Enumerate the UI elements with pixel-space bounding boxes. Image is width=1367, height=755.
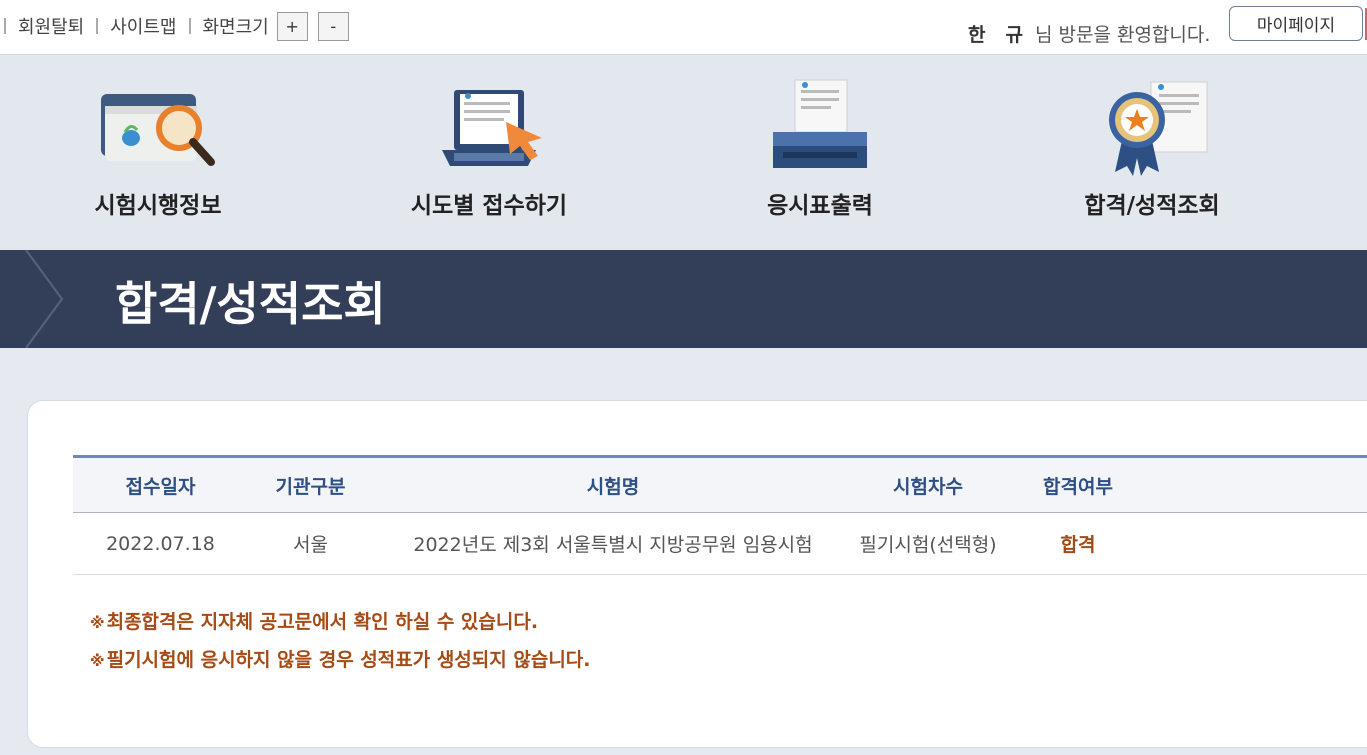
zoom-label: 화면크기 [202,17,269,38]
result-table: 접수일자 기관구분 시험명 시험차수 합격여부 2022.07.18 서울 20… [73,455,1367,575]
menu-label-exam-info: 시험시행정보 [94,193,222,219]
table-row: 2022.07.18 서울 2022년도 제3회 서울특별시 지방공무원 임용시… [73,513,1367,575]
header-apply-date: 접수일자 [125,475,196,498]
notice-mark: ※ [90,652,105,670]
cell-agency: 서울 [293,534,328,556]
mypage-button[interactable]: 마이페이지 [1229,6,1363,41]
table-header: 접수일자 기관구분 시험명 시험차수 합격여부 [73,455,1367,513]
welcome-message: 한 규 님 방문을 환영합니다. [968,20,1210,47]
result-card: 접수일자 기관구분 시험명 시험차수 합격여부 2022.07.18 서울 20… [27,400,1367,748]
header-agency: 기관구분 [275,475,346,498]
header-pass-status: 합격여부 [1043,475,1113,498]
menu-item-regional-apply[interactable]: 시도별 접수하기 [369,76,609,226]
notice-mark: ※ [90,614,105,632]
header-exam-round: 시험차수 [893,475,963,498]
user-name-first: 한 [968,24,986,46]
divider [188,18,191,34]
main-menu: 시험시행정보 시도별 접수하기 응시표출력 합격/성적조회 [0,56,1367,250]
folder-search-icon [101,94,215,166]
menu-item-result-lookup[interactable]: 합격/성적조회 [1032,76,1272,226]
withdraw-link[interactable]: 회원탈퇴 [18,13,84,39]
printer-icon [773,79,867,168]
menu-item-admission-print[interactable]: 응시표출력 [700,76,940,226]
page-title-banner: 합격/성적조회 [0,250,1367,348]
user-name-last: 규 [1005,24,1023,46]
award-ribbon-icon [1109,81,1208,176]
notice-text: 최종합격은 지자체 공고문에서 확인 하실 수 있습니다. [106,611,539,633]
cell-exam-name: 2022년도 제3회 서울특별시 지방공무원 임용시험 [413,534,813,556]
menu-item-exam-info[interactable]: 시험시행정보 [38,76,278,226]
utility-links: 회원탈퇴 사이트맵 화면크기 + - [0,10,349,42]
cell-exam-round: 필기시험(선택형) [859,534,997,556]
welcome-text: 님 방문을 환영합니다. [1034,24,1211,46]
page-title: 합격/성적조회 [115,277,386,331]
zoom-out-button[interactable]: - [317,11,349,41]
notice-list: ※ 최종합격은 지자체 공고문에서 확인 하실 수 있습니다. ※ 필기시험에 응시… [90,603,591,679]
chevron-right-icon [25,250,64,348]
menu-label-result-lookup: 합격/성적조회 [1084,193,1220,219]
divider [4,18,6,34]
top-utility-bar: 회원탈퇴 사이트맵 화면크기 + - 한 규 님 방문을 환영합니다. 마이페이… [0,0,1367,55]
zoom-in-button[interactable]: + [276,11,308,41]
cell-pass-status[interactable]: 합격 [1003,513,1153,574]
notice-item: ※ 최종합격은 지자체 공고문에서 확인 하실 수 있습니다. [90,603,591,641]
divider [96,18,99,34]
menu-label-regional-apply: 시도별 접수하기 [410,193,568,219]
cell-apply-date: 2022.07.18 [106,532,215,555]
menu-label-admission-print: 응시표출력 [767,193,873,219]
notice-text: 필기시험에 응시하지 않을 경우 성적표가 생성되지 않습니다. [106,649,591,671]
laptop-cursor-icon [442,90,542,166]
sitemap-link[interactable]: 사이트맵 [110,13,176,39]
header-exam-name: 시험명 [586,475,640,498]
notice-item: ※ 필기시험에 응시하지 않을 경우 성적표가 생성되지 않습니다. [90,641,591,679]
